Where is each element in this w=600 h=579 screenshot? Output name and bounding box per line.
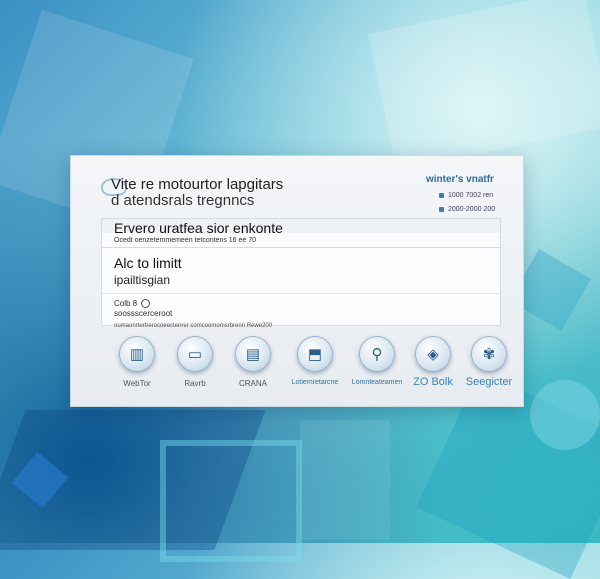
clock-icon — [439, 207, 444, 212]
card-meta-text: Ocedt oenzetemmemeen tetcontens 16 ee 70 — [114, 237, 257, 244]
card-text-1: Colb 8 — [114, 299, 138, 308]
app-label: Seegicter — [465, 376, 513, 388]
app-label: WebTor — [123, 379, 151, 388]
card-text-3: oumaonrtertrerocoeectenrer comcoomomsrbr… — [114, 323, 273, 329]
divider — [102, 247, 500, 248]
shield-icon[interactable]: ◈ — [415, 336, 451, 372]
card-text-line: Colb 8 — [114, 299, 151, 308]
meta-text-1: 1000 7002 ren — [448, 192, 494, 199]
brand-link[interactable]: winter's vnatfr — [426, 174, 494, 185]
app-label: Lomnteateamen — [351, 379, 403, 386]
card-heading: Ervero uratfea sior enkonte — [114, 220, 283, 236]
background-shape — [300, 420, 390, 540]
info-icon — [141, 299, 151, 308]
page-subtitle: d atendsrals tregnncs — [111, 192, 255, 209]
server-icon[interactable]: ▥ — [119, 336, 155, 372]
background-shape — [160, 440, 302, 562]
meta-line-1: 1000 7002 ren — [439, 192, 493, 199]
app-label: CRANA — [238, 379, 267, 388]
tool-icon[interactable]: ⚲ — [359, 336, 395, 372]
display-icon[interactable]: ▭ — [177, 336, 213, 372]
app-item-tool[interactable]: ⚲ Lomnteateamen — [347, 336, 407, 386]
divider — [102, 293, 500, 294]
app-item-zobolk[interactable]: ◈ ZO Bolk — [403, 336, 463, 388]
app-item-seegicter[interactable]: ✾ Seegicter — [459, 336, 519, 388]
app-item-webtor[interactable]: ▥ WebTor — [107, 336, 167, 388]
app-item-lock[interactable]: ⬒ Lotiemretarcne — [285, 336, 345, 386]
page-title: Vite re motourtor lapgitars — [111, 176, 284, 193]
meta-text-2: 2000-2000 200 — [448, 206, 496, 213]
background-shape — [367, 0, 600, 172]
main-panel: Vite re motourtor lapgitars d atendsrals… — [70, 155, 524, 407]
document-icon[interactable]: ▤ — [235, 336, 271, 372]
app-item-ravrb[interactable]: ▭ Ravrb — [165, 336, 225, 388]
butterfly-icon[interactable]: ✾ — [471, 336, 507, 372]
content-card: Ervero uratfea sior enkonte Ocedt oenzet… — [101, 218, 501, 329]
app-item-crana[interactable]: ▤ CRANA — [223, 336, 283, 388]
lock-icon[interactable]: ⬒ — [297, 336, 333, 372]
card-text-2: soossscerceroot — [114, 309, 173, 318]
app-label: Lotiemretarcne — [291, 379, 339, 386]
calendar-icon — [439, 193, 444, 198]
app-label: Ravrb — [184, 379, 206, 388]
card-subtext: ipailtisgian — [114, 273, 171, 287]
meta-line-2: 2000-2000 200 — [439, 206, 495, 213]
card-subheading[interactable]: Alc to limitt — [114, 255, 182, 271]
background-shape — [530, 380, 600, 450]
app-launcher-row: ▥ WebTor ▭ Ravrb ▤ CRANA ⬒ Lotiemretarcn… — [107, 336, 512, 398]
app-label: ZO Bolk — [413, 376, 453, 388]
